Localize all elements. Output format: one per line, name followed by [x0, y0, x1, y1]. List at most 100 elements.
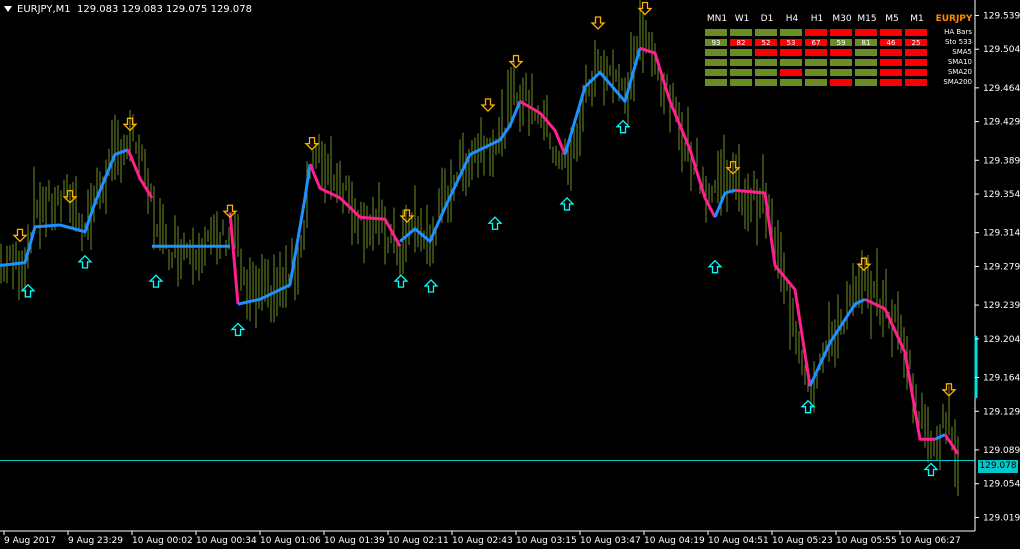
mtf-cell: [804, 28, 828, 37]
y-tick-label: 129.539: [983, 11, 1020, 21]
y-tick-label: 129.429: [983, 118, 1020, 128]
mtf-cell: [829, 78, 853, 87]
mtf-cell: [754, 58, 778, 67]
mtf-cell: [729, 28, 753, 37]
x-tick-label: 10 Aug 04:51: [708, 536, 769, 546]
mtf-dashboard: MN1 W1 D1 H4 H1 M30 M15 M5 M1 EURJPY HA Bars 93 82 5…: [704, 14, 972, 88]
y-tick-label: 129.279: [983, 262, 1020, 272]
mtf-cell: 81: [854, 38, 878, 47]
mtf-cell: 93: [704, 38, 728, 47]
mtf-cell: [704, 48, 728, 57]
timeframe-header: MN1: [706, 14, 728, 24]
mtf-cell: [804, 68, 828, 77]
x-tick-label: 10 Aug 03:47: [580, 536, 641, 546]
x-tick-label: 10 Aug 03:15: [516, 536, 577, 546]
mtf-row: SMA10: [704, 58, 972, 68]
mtf-cell: [704, 58, 728, 67]
mtf-row: HA Bars: [704, 28, 972, 38]
buy-arrow-icon: [615, 119, 631, 134]
buy-arrow-icon: [20, 283, 36, 298]
mtf-cell: 52: [754, 38, 778, 47]
mtf-cell: [854, 28, 878, 37]
mtf-row-label: SMA200: [943, 78, 972, 86]
buy-arrow-icon: [559, 196, 575, 211]
mtf-row: SMA5: [704, 48, 972, 58]
mtf-cell: [779, 28, 803, 37]
mtf-cell: [854, 48, 878, 57]
timeframe-header: M15: [857, 14, 877, 24]
mtf-row: SMA200: [704, 78, 972, 88]
sell-arrow-icon: [590, 16, 606, 30]
mtf-cell: [829, 58, 853, 67]
x-tick-label: 10 Aug 01:39: [324, 536, 385, 546]
mtf-cell: [879, 58, 903, 67]
mtf-cell: [779, 68, 803, 77]
mtf-timeframe-headers: MN1 W1 D1 H4 H1 M30 M15 M5 M1 EURJPY: [704, 14, 973, 28]
mtf-cell: [829, 48, 853, 57]
sell-arrow-icon: [480, 98, 496, 112]
mtf-cell: [879, 68, 903, 77]
mtf-row-label: SMA10: [947, 58, 972, 66]
uptrend-line: [0, 148, 129, 267]
mtf-cell: [754, 48, 778, 57]
mtf-cell: [879, 28, 903, 37]
mtf-row-label: Sto 533: [944, 38, 972, 46]
x-tick-label: 10 Aug 00:34: [196, 536, 257, 546]
x-tick-label: 10 Aug 04:19: [644, 536, 705, 546]
buy-arrow-icon: [707, 259, 723, 274]
sell-arrow-icon: [12, 228, 28, 243]
x-tick-label: 10 Aug 01:06: [260, 536, 321, 546]
x-tick-label: 9 Aug 2017: [4, 536, 56, 546]
mtf-cell: [729, 48, 753, 57]
mtf-cell: [804, 58, 828, 67]
timeframe-header: H4: [785, 14, 799, 24]
y-tick-label: 129.239: [983, 301, 1020, 311]
mtf-cell: [704, 78, 728, 87]
x-tick-label: 10 Aug 05:23: [772, 536, 833, 546]
downtrend-line: [519, 100, 567, 156]
downtrend-line: [228, 212, 240, 305]
y-tick-label: 129.204: [983, 335, 1020, 345]
symbol-label: EURJPY,M1: [17, 4, 71, 15]
mtf-cell: [854, 78, 878, 87]
buy-arrow-icon: [923, 462, 939, 477]
mtf-cell: 67: [804, 38, 828, 47]
mtf-cell: [729, 78, 753, 87]
y-tick-label: 129.164: [983, 373, 1020, 383]
timeframe-header: H1: [810, 14, 824, 24]
mtf-cell: [729, 58, 753, 67]
timeframe-header: M5: [885, 14, 899, 24]
buy-arrow-icon: [230, 322, 246, 337]
mtf-cell: [779, 48, 803, 57]
buy-arrow-icon: [148, 274, 164, 288]
buy-arrow-icon: [800, 399, 816, 414]
y-tick-label: 129.129: [983, 407, 1020, 417]
mtf-cell: [829, 68, 853, 77]
uptrend-line: [563, 47, 642, 155]
y-tick-label: 129.019: [983, 513, 1020, 523]
mtf-row-label: SMA20: [947, 68, 972, 76]
timeframe-header: M1: [910, 14, 924, 24]
y-tick-label: 129.504: [983, 45, 1020, 55]
mtf-cell: 59: [829, 38, 853, 47]
mtf-cell: [729, 68, 753, 77]
y-axis-ticks: 129.539 129.504 129.464 129.429 129.389 129.3…: [975, 11, 1020, 523]
mtf-cell: [879, 78, 903, 87]
x-tick-label: 10 Aug 06:27: [900, 536, 961, 546]
x-tick-label: 10 Aug 05:55: [836, 536, 897, 546]
sell-arrow-icon: [637, 1, 653, 16]
mtf-cell: 46: [879, 38, 903, 47]
sell-arrow-icon: [508, 54, 524, 69]
dropdown-arrow-icon[interactable]: [4, 6, 12, 12]
mtf-cell: [704, 28, 728, 37]
x-tick-label: 10 Aug 02:11: [388, 536, 449, 546]
y-tick-label: 129.389: [983, 156, 1020, 166]
y-tick-label: 129.354: [983, 190, 1020, 200]
mtf-cell: 82: [729, 38, 753, 47]
mtf-cell: [704, 68, 728, 77]
current-price-tag: 129.078: [978, 460, 1018, 473]
mtf-cell: [804, 78, 828, 87]
mtf-cell: [854, 58, 878, 67]
mtf-row: SMA20: [704, 68, 972, 78]
mtf-cell: [754, 28, 778, 37]
